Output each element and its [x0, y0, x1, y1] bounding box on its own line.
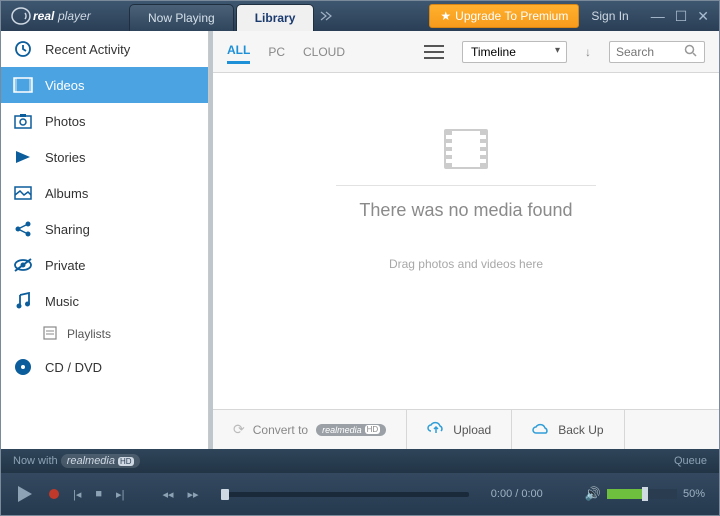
app-logo: real player — [1, 1, 129, 31]
sidebar-subitem-playlists[interactable]: Playlists — [1, 319, 208, 349]
window-controls: — ☐ ✕ — [641, 1, 719, 31]
playlist-icon — [43, 326, 57, 343]
sidebar-item-photos[interactable]: Photos — [1, 103, 208, 139]
tab-now-playing[interactable]: Now Playing — [129, 4, 234, 31]
action-bar: ⟳ Convert to realmedia HD Upload Back Up — [213, 409, 719, 449]
sidebar-item-label: Playlists — [67, 327, 111, 341]
sidebar-item-stories[interactable]: Stories — [1, 139, 208, 175]
filter-cloud[interactable]: CLOUD — [303, 41, 345, 63]
filter-pc[interactable]: PC — [268, 41, 285, 63]
rewind-button[interactable]: ◂◂ — [162, 488, 173, 501]
status-text: Now with realmedia HD — [13, 454, 140, 468]
realmedia-badge: realmedia HD — [61, 454, 140, 468]
private-icon — [13, 255, 33, 275]
volume-knob[interactable] — [642, 487, 648, 501]
svg-text:real: real — [33, 9, 55, 23]
status-bar: Now with realmedia HD Queue — [1, 449, 719, 473]
disc-icon — [13, 357, 33, 377]
cloud-upload-icon — [427, 421, 445, 438]
share-icon — [13, 219, 33, 239]
upload-button[interactable]: Upload — [407, 410, 512, 449]
sidebar-item-label: Sharing — [45, 222, 90, 237]
svg-text:player: player — [57, 9, 92, 23]
video-icon — [13, 75, 33, 95]
sidebar-item-label: Videos — [45, 78, 85, 93]
volume-slider[interactable] — [607, 489, 677, 499]
divider — [336, 185, 596, 186]
queue-link[interactable]: Queue — [674, 455, 707, 467]
star-icon: ★ — [440, 9, 451, 23]
sidebar-item-music[interactable]: Music — [1, 283, 208, 319]
sidebar-item-recent-activity[interactable]: Recent Activity — [1, 31, 208, 67]
music-icon — [13, 291, 33, 311]
stop-button[interactable]: ■ — [95, 488, 102, 500]
convert-button[interactable]: ⟳ Convert to realmedia HD — [213, 410, 407, 449]
sidebar-item-label: Stories — [45, 150, 85, 165]
album-icon — [13, 183, 33, 203]
upgrade-button[interactable]: ★ Upgrade To Premium — [429, 4, 579, 28]
clock-icon — [13, 39, 33, 59]
main-panel: ALL PC CLOUD Timeline ↓ There was no med… — [209, 31, 719, 449]
filter-all[interactable]: ALL — [227, 39, 250, 64]
player-controls: |◂ ■ ▸| ◂◂ ▸▸ 0:00 / 0:00 🔊 50% — [1, 473, 719, 515]
sidebar-item-label: Photos — [45, 114, 85, 129]
search-icon — [684, 44, 697, 60]
sidebar-item-cd-dvd[interactable]: CD / DVD — [1, 349, 208, 385]
maximize-button[interactable]: ☐ — [675, 8, 688, 25]
sidebar-item-label: Recent Activity — [45, 42, 130, 57]
minimize-button[interactable]: — — [651, 8, 665, 24]
sidebar-item-label: Private — [45, 258, 85, 273]
body: Recent Activity Videos Photos Stories Al… — [1, 31, 719, 449]
speaker-icon[interactable]: 🔊 — [585, 486, 601, 502]
empty-headline: There was no media found — [359, 200, 572, 221]
sidebar-item-label: Music — [45, 294, 79, 309]
search-input[interactable] — [616, 45, 684, 59]
seek-bar[interactable] — [221, 492, 469, 497]
sort-dropdown[interactable]: Timeline — [462, 41, 567, 63]
tab-more-button[interactable] — [316, 1, 338, 31]
library-toolbar: ALL PC CLOUD Timeline ↓ — [213, 31, 719, 73]
search-box[interactable] — [609, 41, 705, 63]
play-button[interactable] — [15, 484, 35, 504]
sort-direction-button[interactable]: ↓ — [585, 45, 591, 59]
tab-library[interactable]: Library — [236, 4, 315, 31]
close-button[interactable]: ✕ — [697, 8, 709, 25]
titlebar: real player Now Playing Library ★ Upgrad… — [1, 1, 719, 31]
view-toggle-button[interactable] — [424, 45, 444, 59]
upload-label: Upload — [453, 423, 491, 437]
record-button[interactable] — [49, 489, 59, 499]
next-button[interactable]: ▸| — [116, 488, 124, 501]
photo-icon — [13, 111, 33, 131]
backup-label: Back Up — [558, 423, 603, 437]
sidebar-item-label: CD / DVD — [45, 360, 102, 375]
volume-control: 🔊 50% — [585, 486, 705, 502]
stories-icon — [13, 147, 33, 167]
film-icon — [444, 129, 488, 169]
backup-button[interactable]: Back Up — [512, 410, 624, 449]
convert-label: Convert to — [253, 423, 308, 437]
sidebar-item-private[interactable]: Private — [1, 247, 208, 283]
app-window: real player Now Playing Library ★ Upgrad… — [0, 0, 720, 516]
time-display: 0:00 / 0:00 — [491, 488, 543, 500]
sidebar-item-label: Albums — [45, 186, 88, 201]
realmedia-badge: realmedia HD — [316, 424, 386, 436]
refresh-icon: ⟳ — [233, 421, 245, 438]
fast-forward-button[interactable]: ▸▸ — [187, 488, 198, 501]
upgrade-label: Upgrade To Premium — [455, 9, 568, 23]
seek-knob[interactable] — [221, 489, 229, 500]
cloud-icon — [532, 422, 550, 438]
volume-percent: 50% — [683, 488, 705, 500]
sign-in-link[interactable]: Sign In — [579, 1, 640, 31]
sidebar-item-sharing[interactable]: Sharing — [1, 211, 208, 247]
empty-state: There was no media found Drag photos and… — [213, 73, 719, 409]
empty-subline: Drag photos and videos here — [389, 257, 543, 271]
sidebar-item-videos[interactable]: Videos — [1, 67, 208, 103]
previous-button[interactable]: |◂ — [73, 488, 81, 501]
main-tabs: Now Playing Library — [129, 1, 316, 31]
record-icon — [49, 489, 59, 499]
sidebar: Recent Activity Videos Photos Stories Al… — [1, 31, 209, 449]
sidebar-item-albums[interactable]: Albums — [1, 175, 208, 211]
